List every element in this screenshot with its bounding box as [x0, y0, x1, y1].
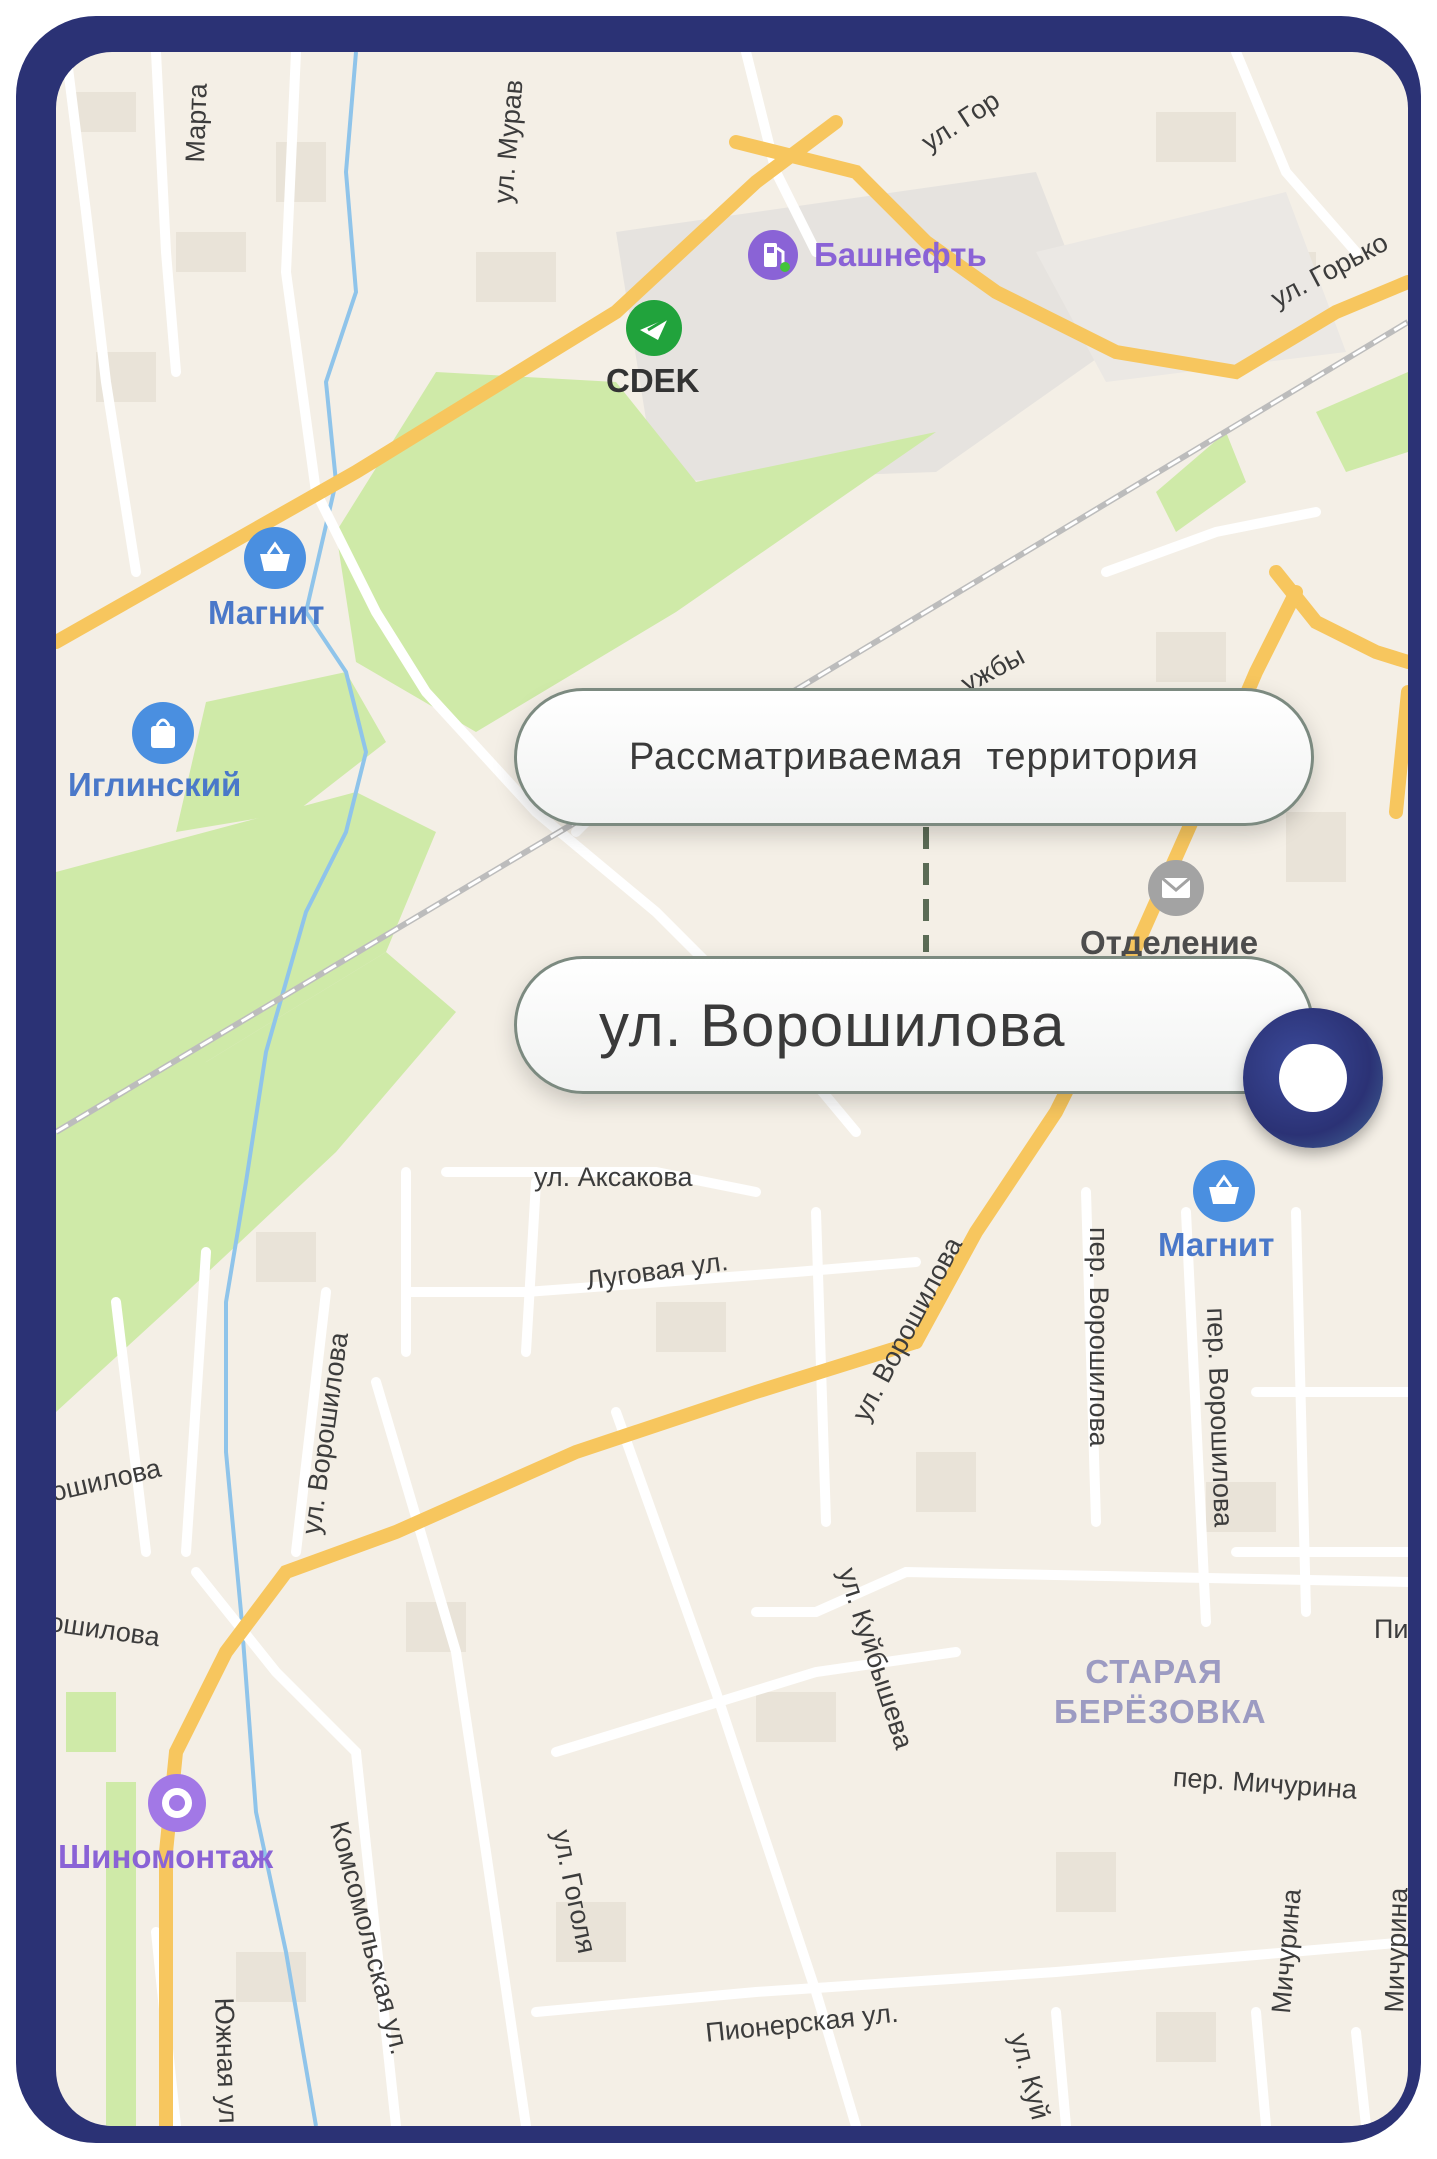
district-line-1: СТАРАЯ — [1085, 1653, 1223, 1690]
street-callout[interactable]: ул. Ворошилова — [514, 956, 1314, 1094]
street-label: Мичурина — [1379, 1887, 1408, 2014]
shopping-bag-icon[interactable] — [132, 702, 194, 764]
poi-label[interactable]: Иглинский — [68, 766, 241, 804]
territory-callout[interactable]: Рассматриваемая территория — [514, 688, 1314, 826]
street-label: Южная ул — [209, 1997, 244, 2125]
district-label: СТАРАЯ БЕРЁЗОВКА — [1054, 1652, 1267, 1732]
location-marker-dot — [1279, 1044, 1347, 1112]
tire-icon[interactable] — [148, 1774, 206, 1832]
poi-label[interactable]: Магнит — [1158, 1226, 1274, 1264]
mail-icon[interactable] — [1148, 860, 1204, 916]
street-label: пер. Ворошилова — [1084, 1227, 1114, 1447]
poi-label[interactable]: Шиномонтаж — [58, 1838, 273, 1876]
poi-label[interactable]: Магнит — [208, 594, 324, 632]
street-label: Пи — [1374, 1614, 1408, 1644]
poi-label[interactable]: Башнефть — [814, 236, 987, 274]
shopping-basket-icon[interactable] — [244, 527, 306, 589]
map-view[interactable]: Марта ул. Мурав ул. Гор ул. Горько ужбы … — [56, 52, 1408, 2126]
street-label: ул. Аксакова — [534, 1162, 693, 1192]
street-label: Марта — [180, 82, 213, 164]
district-line-2: БЕРЁЗОВКА — [1054, 1693, 1267, 1730]
street-callout-text: ул. Ворошилова — [599, 991, 1066, 1059]
poi-label[interactable]: CDEK — [606, 362, 700, 400]
location-marker-icon[interactable] — [1243, 1008, 1383, 1148]
shopping-basket-icon[interactable] — [1193, 1160, 1255, 1222]
fuel-icon[interactable] — [748, 230, 798, 280]
territory-callout-text: Рассматриваемая территория — [628, 735, 1200, 778]
cdek-logo-icon[interactable] — [626, 300, 682, 356]
